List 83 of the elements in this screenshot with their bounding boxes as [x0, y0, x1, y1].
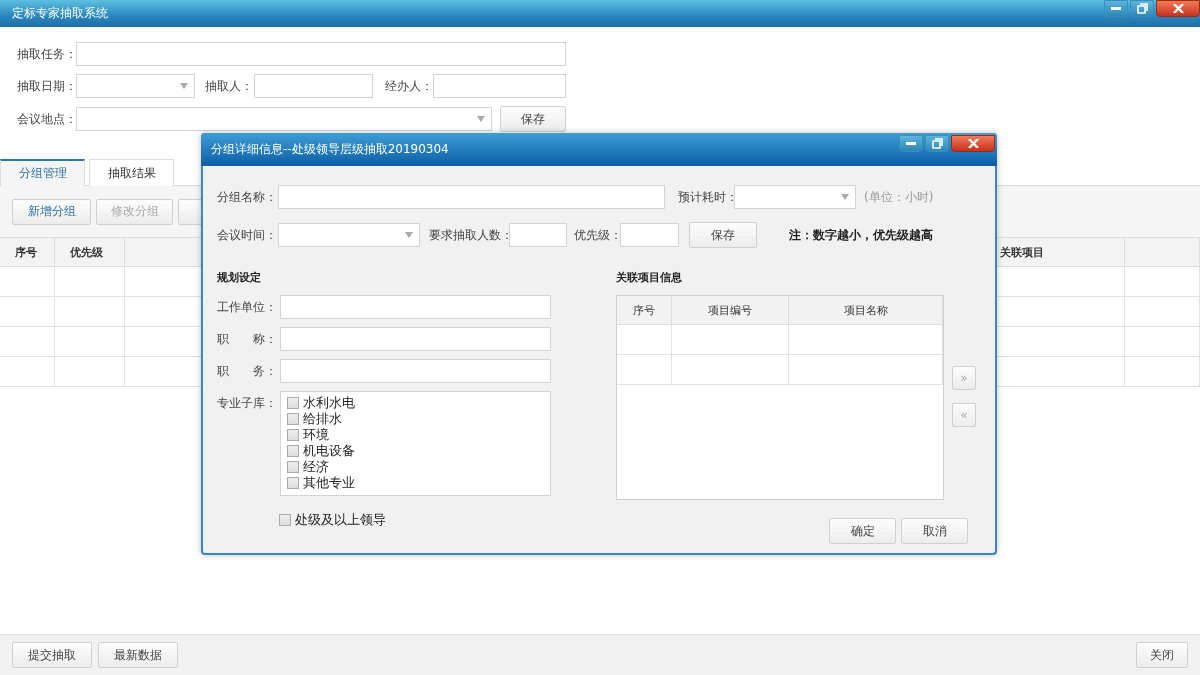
table-cell	[0, 357, 55, 387]
table-cell	[0, 327, 55, 357]
footer-button[interactable]: 提交抽取	[12, 642, 92, 668]
table-cell	[0, 297, 55, 327]
plan-input-field[interactable]	[280, 295, 551, 319]
dropdown-caret-icon	[477, 116, 485, 122]
library-option[interactable]: 机电设备	[287, 443, 544, 459]
dropdown-caret-icon	[841, 194, 849, 200]
library-option[interactable]: 水利水电	[287, 395, 544, 411]
column-header: 优先级	[55, 237, 125, 267]
close-icon	[967, 139, 979, 148]
duration-select-field[interactable]	[734, 185, 856, 209]
dialog-button[interactable]: 确定	[829, 518, 896, 544]
date-select-field[interactable]	[76, 74, 195, 98]
drawer-input-field[interactable]	[254, 74, 373, 98]
section-heading: 规划设定	[217, 270, 262, 285]
library-option[interactable]: 环境	[287, 427, 544, 443]
save-button[interactable]: 保存	[689, 222, 757, 248]
restore-icon	[1136, 3, 1148, 14]
field-label: 要求抽取人数：	[429, 226, 509, 244]
tab[interactable]: 抽取结果	[89, 159, 174, 186]
task-input-field[interactable]	[76, 42, 566, 66]
save-button[interactable]: 保存	[500, 106, 566, 132]
column-header: 序号	[0, 237, 55, 267]
field-label: 工作单位：	[217, 298, 278, 316]
dialog-title: 分组详细信息--处级领导层级抽取20190304	[211, 141, 449, 158]
priority-input-field[interactable]	[620, 223, 679, 247]
field-label: 优先级：	[574, 226, 620, 244]
close-icon	[1172, 4, 1184, 13]
table-cell	[617, 325, 672, 355]
footer-button[interactable]: 最新数据	[98, 642, 178, 668]
unit-hint: (单位：小时)	[864, 188, 934, 206]
column-header: 项目名称	[789, 296, 943, 325]
field-label: 抽取任务：	[17, 45, 76, 63]
field-label: 经办人：	[385, 77, 433, 95]
checkbox[interactable]	[279, 514, 291, 526]
plan-input-field[interactable]	[280, 359, 551, 383]
handler-input-field[interactable]	[433, 74, 566, 98]
checkbox[interactable]	[287, 445, 299, 457]
checkbox[interactable]	[287, 429, 299, 441]
priority-note: 注：数字越小，优先级越高	[789, 226, 933, 244]
section-heading: 关联项目信息	[616, 270, 683, 285]
checkbox[interactable]	[287, 477, 299, 489]
minimize-button[interactable]	[1104, 0, 1128, 17]
meeting-time-select-field[interactable]	[278, 223, 420, 247]
location-select-field[interactable]	[76, 107, 492, 131]
field-label: 分组名称：	[217, 188, 278, 206]
dialog-button[interactable]: 取消	[901, 518, 968, 544]
close-button[interactable]	[1156, 0, 1200, 17]
checkbox[interactable]	[287, 413, 299, 425]
column-header: 序号	[617, 296, 672, 325]
library-option[interactable]: 其他专业	[287, 475, 544, 491]
minimize-icon	[1111, 7, 1121, 10]
window-title: 定标专家抽取系统	[12, 5, 108, 22]
toolbar-button[interactable]: 新增分组	[12, 198, 91, 225]
column-header: 项目编号	[672, 296, 789, 325]
close-window-button[interactable]: 关闭	[1136, 642, 1188, 668]
field-label: 抽取人：	[205, 77, 254, 95]
leader-option[interactable]: 处级及以上领导	[279, 512, 616, 528]
field-label: 会议地点：	[17, 110, 76, 128]
field-label: 职 称：	[217, 330, 278, 348]
dropdown-caret-icon	[180, 83, 188, 89]
library-option[interactable]: 给排水	[287, 411, 544, 427]
checkbox[interactable]	[287, 397, 299, 409]
field-label: 职 务：	[217, 362, 278, 380]
field-label: 预计耗时：	[678, 188, 734, 206]
minimize-icon	[906, 142, 916, 145]
close-button[interactable]	[951, 135, 995, 152]
field-label: 会议时间：	[217, 226, 278, 244]
checkbox[interactable]	[287, 461, 299, 473]
field-label: 抽取日期：	[17, 77, 76, 95]
plan-input-field[interactable]	[280, 327, 551, 351]
library-option[interactable]: 经济	[287, 459, 544, 475]
table-cell	[0, 267, 55, 297]
count-input-field[interactable]	[509, 223, 567, 247]
restore-button[interactable]	[925, 135, 949, 152]
group-name-input-field[interactable]	[278, 185, 665, 209]
restore-icon	[931, 138, 943, 149]
field-label: 专业子库：	[217, 395, 278, 412]
restore-button[interactable]	[1130, 0, 1154, 17]
table-cell	[617, 355, 672, 385]
minimize-button[interactable]	[899, 135, 923, 152]
tab[interactable]: 分组管理	[0, 159, 85, 186]
